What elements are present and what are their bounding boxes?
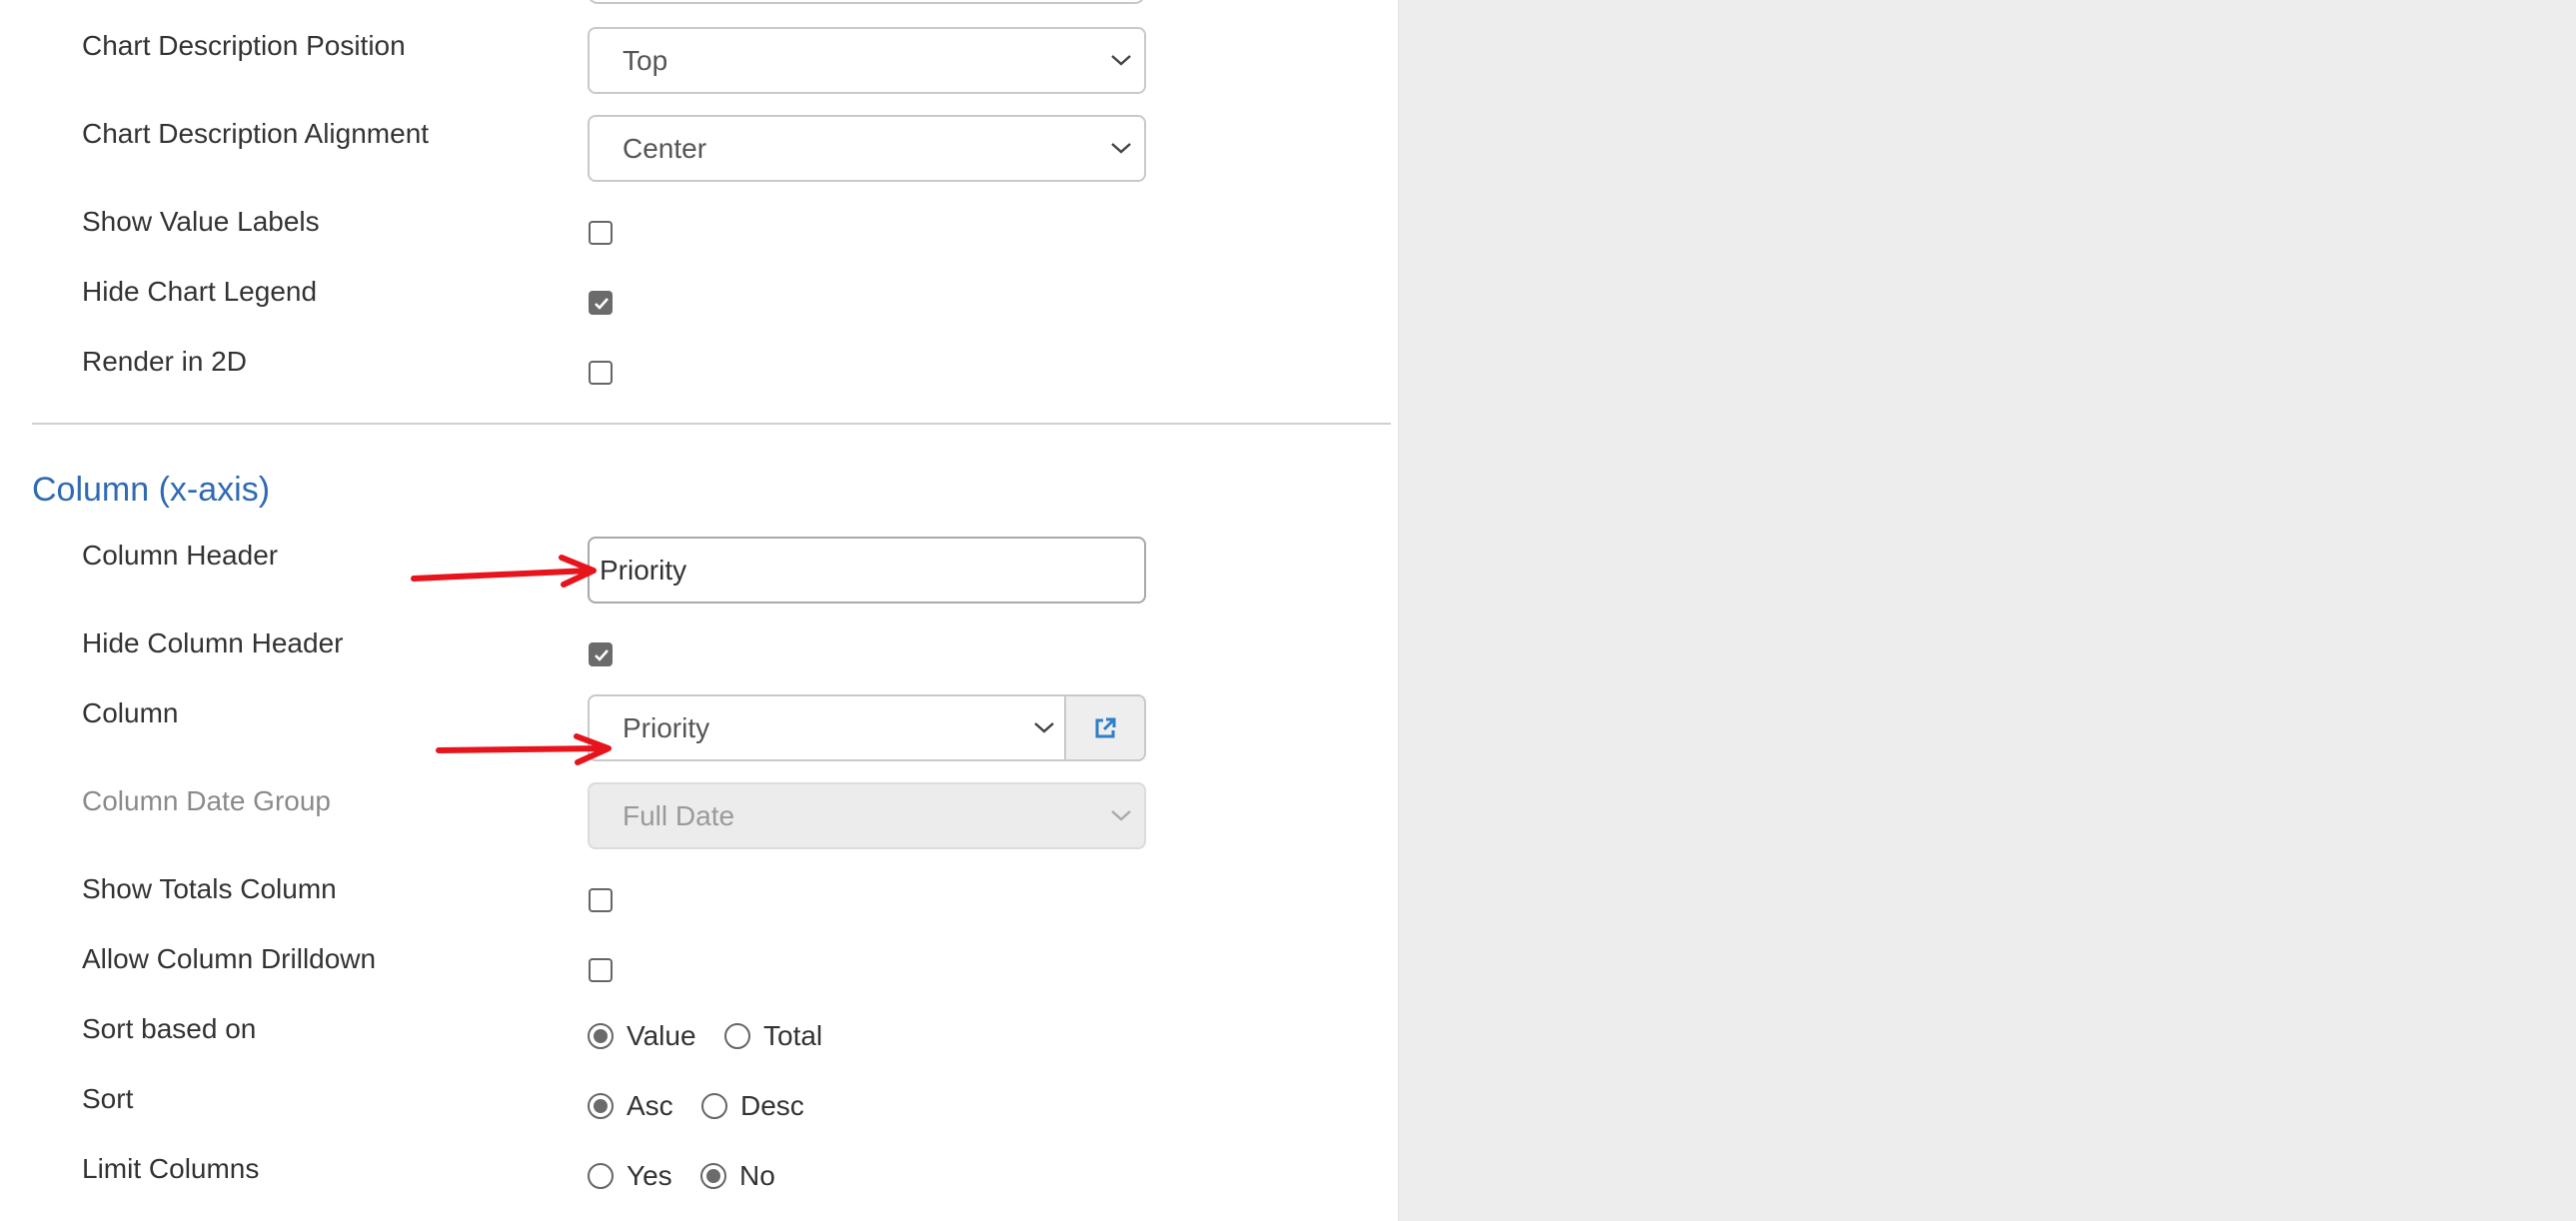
sort-based-on-total-label[interactable]: Total — [763, 1019, 822, 1053]
hide-column-header-label: Hide Column Header — [82, 627, 344, 658]
limit-columns-yes-label[interactable]: Yes — [627, 1159, 672, 1193]
sort-based-on-total-radio[interactable] — [724, 1023, 750, 1049]
chart-description-textarea[interactable]: // — [588, 0, 1145, 4]
external-link-icon — [1095, 717, 1116, 737]
column-header-input-value: Priority — [600, 554, 687, 586]
sort-asc-radio[interactable] — [588, 1093, 614, 1119]
limit-columns-yes-radio[interactable] — [588, 1163, 614, 1189]
sort-desc-label[interactable]: Desc — [740, 1089, 804, 1123]
sort-based-on-value-radio[interactable] — [588, 1023, 614, 1049]
chart-description-position-label: Chart Description Position — [82, 30, 406, 61]
sort-based-on-label: Sort based on — [82, 1013, 257, 1044]
column-date-group-label: Column Date Group — [82, 785, 332, 816]
chart-description-alignment-select[interactable]: Center — [588, 115, 1146, 182]
chart-description-position-select[interactable]: Top — [588, 27, 1146, 94]
limit-columns-no-label[interactable]: No — [739, 1159, 775, 1193]
column-date-group-select: Full Date — [588, 782, 1146, 849]
allow-column-drilldown-checkbox[interactable] — [589, 958, 613, 982]
edit-column-button[interactable] — [1064, 694, 1146, 761]
annotation-arrow-icon — [411, 555, 597, 588]
show-totals-column-checkbox[interactable] — [589, 888, 613, 912]
hide-chart-legend-checkbox[interactable] — [589, 291, 613, 315]
limit-columns-label: Limit Columns — [82, 1153, 260, 1184]
column-label: Column — [82, 697, 179, 728]
sort-based-on-value-label[interactable]: Value — [627, 1019, 696, 1053]
sort-asc-label[interactable]: Asc — [627, 1089, 673, 1123]
column-select-value: Priority — [623, 711, 710, 743]
sort-desc-radio[interactable] — [701, 1093, 727, 1119]
sort-label: Sort — [82, 1083, 134, 1114]
chevron-down-icon — [1111, 809, 1131, 821]
column-header-input[interactable]: Priority — [588, 537, 1146, 604]
show-value-labels-checkbox[interactable] — [589, 221, 613, 245]
chart-description-position-value: Top — [623, 44, 668, 76]
chevron-down-icon — [1034, 721, 1054, 733]
hide-chart-legend-label: Hide Chart Legend — [82, 276, 318, 307]
render-2d-label: Render in 2D — [82, 346, 247, 377]
show-value-labels-label: Show Value Labels — [82, 206, 320, 237]
hide-column-header-checkbox[interactable] — [589, 642, 613, 666]
chart-description-alignment-value: Center — [623, 132, 707, 164]
show-totals-column-label: Show Totals Column — [82, 873, 337, 904]
annotation-arrow-icon — [436, 733, 612, 765]
section-divider — [32, 423, 1391, 425]
chevron-down-icon — [1111, 54, 1131, 66]
checkmark-icon — [595, 298, 609, 310]
allow-column-drilldown-label: Allow Column Drilldown — [82, 943, 377, 974]
column-date-group-value: Full Date — [623, 799, 735, 831]
checkmark-icon — [595, 649, 609, 661]
chevron-down-icon — [1111, 142, 1131, 154]
chart-description-alignment-label: Chart Description Alignment — [82, 118, 430, 149]
settings-panel: // Chart Description Position Top Chart … — [0, 0, 1399, 1221]
limit-columns-no-radio[interactable] — [700, 1163, 726, 1189]
column-header-label: Column Header — [82, 540, 279, 571]
column-select[interactable]: Priority — [588, 694, 1065, 761]
section-title-column-x-axis: Column (x-axis) — [32, 471, 271, 509]
render-2d-checkbox[interactable] — [589, 361, 613, 385]
